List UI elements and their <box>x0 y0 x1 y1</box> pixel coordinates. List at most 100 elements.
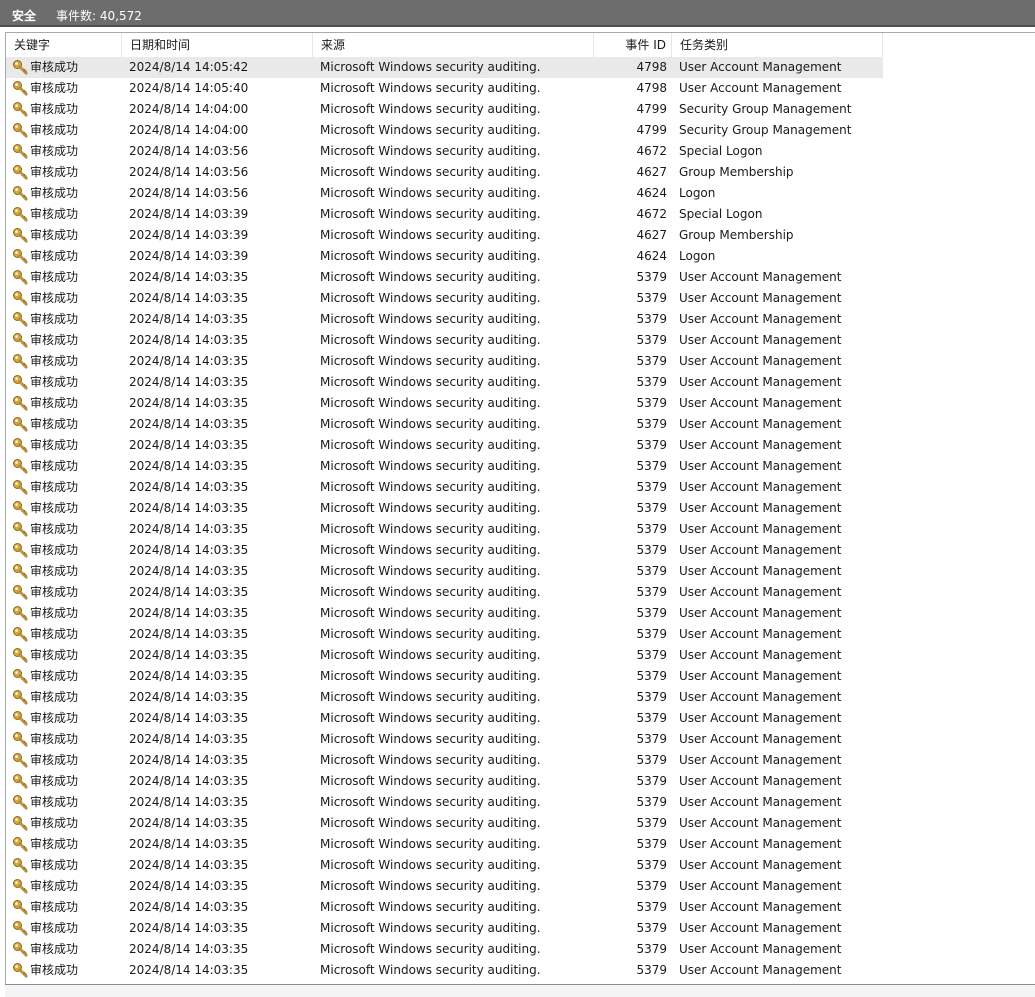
key-icon <box>12 710 28 726</box>
table-row[interactable]: 审核成功 2024/8/14 14:03:35 Microsoft Windows … <box>6 897 883 918</box>
cell-event-id: 5379 <box>636 438 667 452</box>
table-row[interactable]: 审核成功 2024/8/14 14:03:35 Microsoft Windows … <box>6 540 883 561</box>
column-header-source[interactable]: 来源 <box>313 33 594 57</box>
table-row[interactable]: 审核成功 2024/8/14 14:03:39 Microsoft Windows … <box>6 246 883 267</box>
table-row[interactable]: 审核成功 2024/8/14 14:03:35 Microsoft Windows … <box>6 708 883 729</box>
cell-date: 2024/8/14 14:03:35 <box>129 837 249 851</box>
cell-source: Microsoft Windows security auditing. <box>320 123 541 137</box>
cell-keyword: 审核成功 <box>12 372 122 393</box>
keyword-label: 审核成功 <box>30 186 79 200</box>
table-row[interactable]: 审核成功 2024/8/14 14:03:35 Microsoft Windows … <box>6 876 883 897</box>
table-row[interactable]: 审核成功 2024/8/14 14:03:35 Microsoft Windows … <box>6 750 883 771</box>
cell-keyword: 审核成功 <box>12 393 122 414</box>
cell-source: Microsoft Windows security auditing. <box>320 396 541 410</box>
cell-date: 2024/8/14 14:03:35 <box>129 711 249 725</box>
keyword-label: 审核成功 <box>30 123 79 137</box>
cell-task: Special Logon <box>679 207 763 221</box>
table-row[interactable]: 审核成功 2024/8/14 14:03:39 Microsoft Windows … <box>6 204 883 225</box>
table-row[interactable]: 审核成功 2024/8/14 14:03:35 Microsoft Windows … <box>6 561 883 582</box>
cell-keyword: 审核成功 <box>12 687 122 708</box>
cell-task: User Account Management <box>679 270 842 284</box>
cell-date: 2024/8/14 14:03:56 <box>129 144 249 158</box>
column-header-task[interactable]: 任务类别 <box>672 33 883 57</box>
cell-keyword: 审核成功 <box>12 792 122 813</box>
table-row[interactable]: 审核成功 2024/8/14 14:03:35 Microsoft Windows … <box>6 792 883 813</box>
cell-date: 2024/8/14 14:03:35 <box>129 627 249 641</box>
table-row[interactable]: 审核成功 2024/8/14 14:03:35 Microsoft Windows … <box>6 834 883 855</box>
table-row[interactable]: 审核成功 2024/8/14 14:03:35 Microsoft Windows … <box>6 603 883 624</box>
table-row[interactable]: 审核成功 2024/8/14 14:03:35 Microsoft Windows … <box>6 645 883 666</box>
table-row[interactable]: 审核成功 2024/8/14 14:03:35 Microsoft Windows … <box>6 939 883 960</box>
cell-date: 2024/8/14 14:03:35 <box>129 501 249 515</box>
table-row[interactable]: 审核成功 2024/8/14 14:03:35 Microsoft Windows … <box>6 393 883 414</box>
table-row[interactable]: 审核成功 2024/8/14 14:03:35 Microsoft Windows … <box>6 582 883 603</box>
table-row[interactable]: 审核成功 2024/8/14 14:03:56 Microsoft Windows … <box>6 183 883 204</box>
cell-date: 2024/8/14 14:03:35 <box>129 438 249 452</box>
cell-source: Microsoft Windows security auditing. <box>320 690 541 704</box>
cell-event-id: 5379 <box>636 564 667 578</box>
keyword-label: 审核成功 <box>30 417 79 431</box>
cell-task: User Account Management <box>679 396 842 410</box>
column-header-date[interactable]: 日期和时间 <box>122 33 313 57</box>
table-row[interactable]: 审核成功 2024/8/14 14:03:35 Microsoft Windows … <box>6 351 883 372</box>
table-row[interactable]: 审核成功 2024/8/14 14:03:35 Microsoft Windows … <box>6 477 883 498</box>
cell-source: Microsoft Windows security auditing. <box>320 459 541 473</box>
table-row[interactable]: 审核成功 2024/8/14 14:03:35 Microsoft Windows … <box>6 666 883 687</box>
table-row[interactable]: 审核成功 2024/8/14 14:03:35 Microsoft Windows … <box>6 918 883 939</box>
cell-date: 2024/8/14 14:03:35 <box>129 753 249 767</box>
table-row[interactable]: 审核成功 2024/8/14 14:03:35 Microsoft Windows … <box>6 624 883 645</box>
table-row[interactable]: 审核成功 2024/8/14 14:03:56 Microsoft Windows … <box>6 162 883 183</box>
column-header-keyword[interactable]: 关键字 <box>6 33 122 57</box>
cell-event-id: 5379 <box>636 816 667 830</box>
key-icon <box>12 332 28 348</box>
cell-task: User Account Management <box>679 732 842 746</box>
cell-task: User Account Management <box>679 669 842 683</box>
cell-keyword: 审核成功 <box>12 876 122 897</box>
cell-event-id: 5379 <box>636 417 667 431</box>
table-row[interactable]: 审核成功 2024/8/14 14:03:35 Microsoft Windows … <box>6 435 883 456</box>
cell-keyword: 审核成功 <box>12 582 122 603</box>
table-row[interactable]: 审核成功 2024/8/14 14:03:35 Microsoft Windows … <box>6 288 883 309</box>
cell-date: 2024/8/14 14:05:40 <box>129 81 249 95</box>
keyword-label: 审核成功 <box>30 732 79 746</box>
column-header-event-id[interactable]: 事件 ID <box>594 33 672 57</box>
table-row[interactable]: 审核成功 2024/8/14 14:03:35 Microsoft Windows … <box>6 372 883 393</box>
table-row[interactable]: 审核成功 2024/8/14 14:03:35 Microsoft Windows … <box>6 498 883 519</box>
cell-event-id: 4798 <box>636 81 667 95</box>
table-row[interactable]: 审核成功 2024/8/14 14:03:35 Microsoft Windows … <box>6 414 883 435</box>
table-row[interactable]: 审核成功 2024/8/14 14:03:35 Microsoft Windows … <box>6 456 883 477</box>
table-row[interactable]: 审核成功 2024/8/14 14:04:00 Microsoft Windows … <box>6 99 883 120</box>
table-row[interactable]: 审核成功 2024/8/14 14:04:00 Microsoft Windows … <box>6 120 883 141</box>
cell-event-id: 5379 <box>636 354 667 368</box>
cell-task: Logon <box>679 186 716 200</box>
table-row[interactable]: 审核成功 2024/8/14 14:05:40 Microsoft Windows … <box>6 78 883 99</box>
event-list[interactable]: 关键字 日期和时间 来源 事件 ID 任务类别 审核成功 2024/8/14 14… <box>5 32 1035 984</box>
table-row[interactable]: 审核成功 2024/8/14 14:03:35 Microsoft Windows … <box>6 771 883 792</box>
table-row[interactable]: 审核成功 2024/8/14 14:03:39 Microsoft Windows … <box>6 225 883 246</box>
table-row[interactable]: 审核成功 2024/8/14 14:03:35 Microsoft Windows … <box>6 729 883 750</box>
key-icon <box>12 227 28 243</box>
key-icon <box>12 374 28 390</box>
cell-task: User Account Management <box>679 480 842 494</box>
table-row[interactable]: 审核成功 2024/8/14 14:03:35 Microsoft Windows … <box>6 267 883 288</box>
table-row[interactable]: 审核成功 2024/8/14 14:03:35 Microsoft Windows … <box>6 309 883 330</box>
table-row[interactable]: 审核成功 2024/8/14 14:03:56 Microsoft Windows … <box>6 141 883 162</box>
cell-source: Microsoft Windows security auditing. <box>320 627 541 641</box>
table-row[interactable]: 审核成功 2024/8/14 14:03:35 Microsoft Windows … <box>6 330 883 351</box>
cell-task: User Account Management <box>679 942 842 956</box>
table-row[interactable]: 审核成功 2024/8/14 14:05:42 Microsoft Windows … <box>6 57 883 78</box>
cell-date: 2024/8/14 14:03:35 <box>129 816 249 830</box>
cell-source: Microsoft Windows security auditing. <box>320 543 541 557</box>
cell-event-id: 5379 <box>636 501 667 515</box>
table-row[interactable]: 审核成功 2024/8/14 14:03:35 Microsoft Windows … <box>6 813 883 834</box>
key-icon <box>12 458 28 474</box>
table-row[interactable]: 审核成功 2024/8/14 14:03:35 Microsoft Windows … <box>6 519 883 540</box>
cell-source: Microsoft Windows security auditing. <box>320 606 541 620</box>
table-row[interactable]: 审核成功 2024/8/14 14:03:35 Microsoft Windows … <box>6 855 883 876</box>
cell-source: Microsoft Windows security auditing. <box>320 207 541 221</box>
table-row[interactable]: 审核成功 2024/8/14 14:03:35 Microsoft Windows … <box>6 960 883 981</box>
cell-event-id: 4627 <box>636 228 667 242</box>
table-row[interactable]: 审核成功 2024/8/14 14:03:35 Microsoft Windows … <box>6 687 883 708</box>
cell-source: Microsoft Windows security auditing. <box>320 963 541 977</box>
cell-task: User Account Management <box>679 312 842 326</box>
